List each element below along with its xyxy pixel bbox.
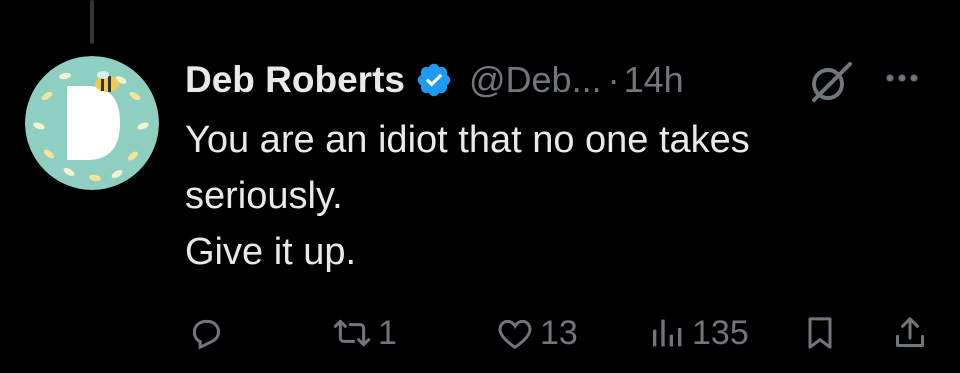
post-text-line: Give it up. [185, 231, 357, 273]
bookmark-button[interactable] [800, 305, 840, 361]
views-button[interactable]: 135 [648, 305, 749, 361]
author-handle[interactable]: @Deb... [469, 59, 602, 101]
post-text-line: seriously. [185, 175, 343, 217]
share-icon [896, 317, 924, 347]
grok-icon[interactable] [800, 58, 856, 106]
share-button[interactable] [890, 305, 930, 361]
bookmark-icon [808, 317, 832, 349]
post-header: Deb Roberts @Deb... · 14h [185, 52, 684, 108]
repost-count: 1 [378, 313, 397, 352]
separator-dot: · [607, 59, 620, 100]
post-text-line: You are an idiot that no one takes [185, 119, 750, 161]
reply-icon [192, 319, 221, 350]
post-timestamp[interactable]: 14h [624, 59, 684, 101]
verified-badge-icon[interactable] [415, 61, 453, 99]
more-options-icon[interactable] [872, 58, 932, 102]
avatar-image [25, 56, 159, 190]
author-name[interactable]: Deb Roberts [185, 59, 405, 101]
action-bar: 1 13 135 [0, 305, 960, 361]
post-text: You are an idiot that no one takes serio… [185, 112, 905, 280]
like-count: 13 [540, 313, 578, 352]
like-button[interactable]: 13 [494, 305, 578, 361]
repost-button[interactable]: 1 [330, 305, 397, 361]
views-icon [653, 319, 682, 347]
avatar[interactable] [25, 56, 159, 190]
heart-icon [498, 319, 532, 349]
thread-connector-line [90, 0, 94, 44]
views-count: 135 [692, 313, 749, 352]
reply-button[interactable] [186, 305, 230, 361]
repost-icon [333, 319, 371, 347]
